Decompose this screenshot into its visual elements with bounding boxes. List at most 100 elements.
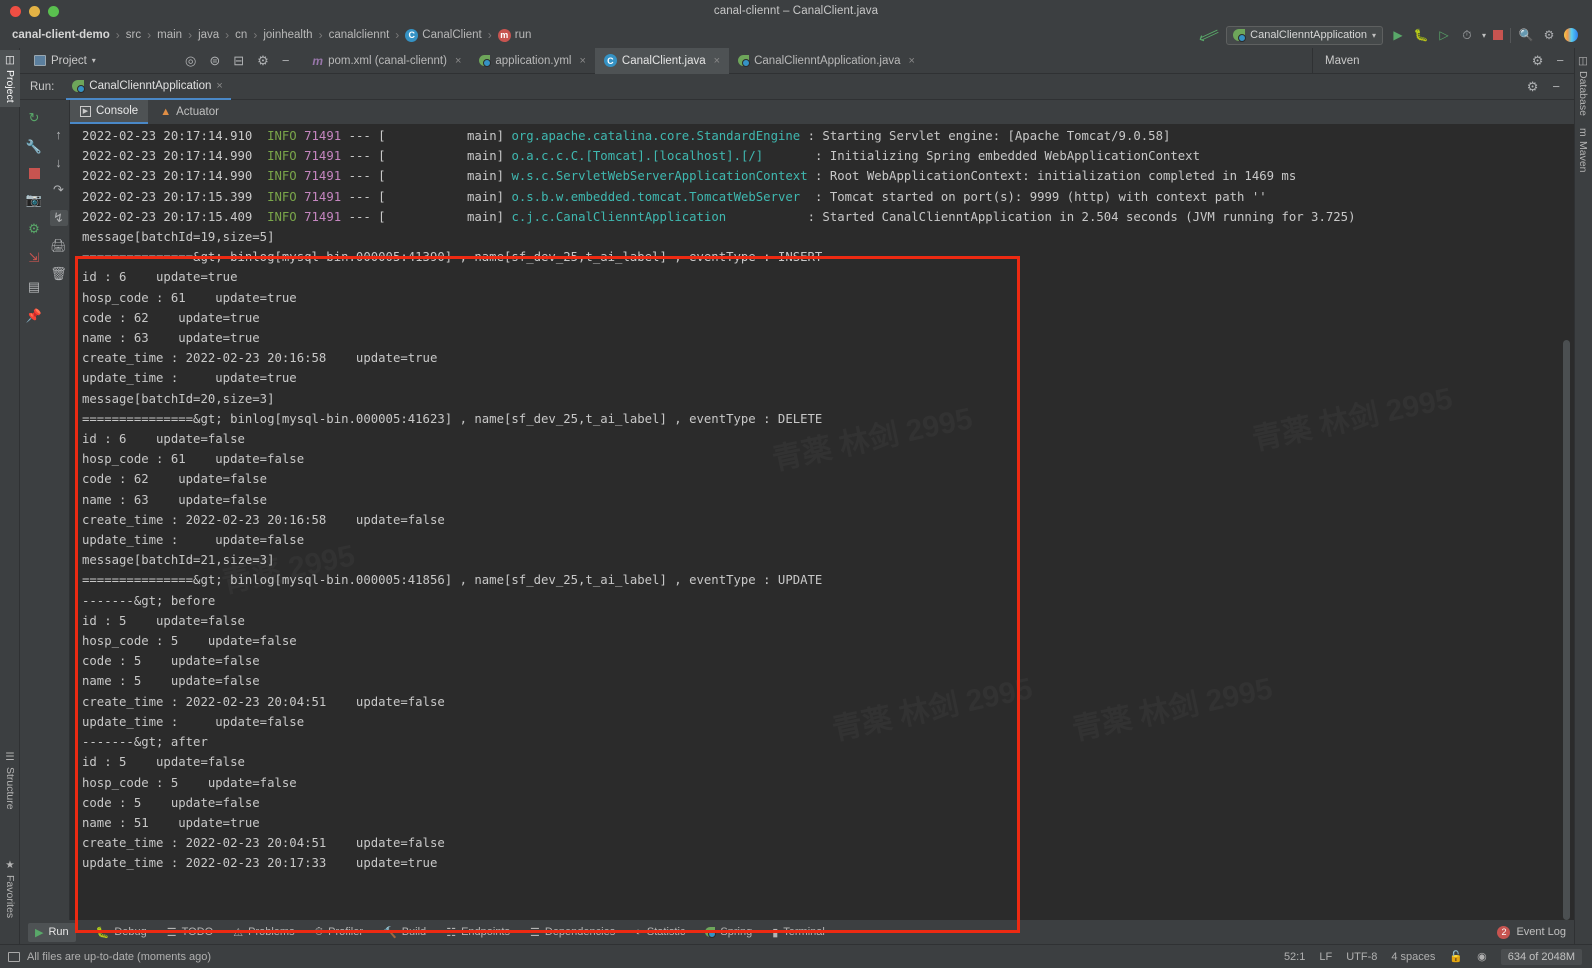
close-icon[interactable]: × — [455, 55, 461, 67]
tab-label: pom.xml (canal-cliennt) — [328, 54, 447, 67]
tab-pom-xml[interactable]: m pom.xml (canal-cliennt) × — [303, 48, 470, 74]
project-tool-window-title[interactable]: Project ▾ — [20, 55, 185, 67]
sidebar-item-maven[interactable]: m Maven — [1574, 123, 1592, 177]
tab-console[interactable]: ▶ Console — [70, 100, 149, 124]
hide-icon[interactable]: − — [1556, 53, 1564, 69]
up-icon[interactable]: ↑ — [50, 126, 68, 142]
run-with-coverage-button[interactable]: ▷ — [1436, 27, 1452, 43]
log-logger: org.apache.catalina.core.StandardEngine — [511, 129, 801, 143]
bottom-item-todo[interactable]: ☰ TODO — [167, 926, 213, 939]
breadcrumb-separator: › — [395, 28, 400, 42]
inspection-icon[interactable]: ◉ — [1477, 950, 1487, 963]
stop-icon[interactable] — [28, 168, 40, 179]
sidebar-item-favorites[interactable]: ★ Favorites — [0, 855, 20, 922]
project-icon — [34, 55, 46, 66]
debug-button[interactable]: 🐛 — [1413, 27, 1429, 43]
caret-position[interactable]: 52:1 — [1284, 951, 1305, 963]
bottom-item-endpoints[interactable]: ☷ Endpoints — [446, 926, 510, 939]
down-icon[interactable]: ↓ — [50, 154, 68, 170]
breadcrumb-item-canalcliennt[interactable]: canalcliennt — [325, 29, 394, 41]
status-bar: All files are up-to-date (moments ago) 5… — [0, 944, 1592, 968]
layout-icon[interactable]: ▤ — [25, 279, 43, 295]
log-pid: 71491 — [304, 209, 342, 224]
camera-icon[interactable]: 📷 — [25, 192, 43, 208]
settings-button[interactable]: ⚙ — [1541, 27, 1557, 43]
search-everywhere-button[interactable]: 🔍 — [1518, 27, 1534, 43]
console-output-panel[interactable]: 青薬 林剑 2995 青薬 林剑 2995 青薬 2995 青薬 林剑 2995… — [70, 124, 1574, 920]
bottom-item-problems[interactable]: ⚠ Problems — [233, 926, 294, 939]
close-icon[interactable]: × — [216, 80, 222, 92]
locate-icon[interactable]: ◎ — [185, 53, 196, 69]
run-tab-canalcliennt-application[interactable]: CanalClienntApplication × — [66, 74, 231, 100]
gear-icon[interactable]: ⚙ — [257, 53, 269, 69]
bottom-item-terminal[interactable]: ▮ Terminal — [772, 926, 825, 939]
hide-icon[interactable]: − — [1552, 79, 1560, 95]
export-icon[interactable]: ⇲ — [25, 250, 43, 266]
event-log-button[interactable]: 2 Event Log — [1497, 925, 1574, 939]
arrow-back-icon[interactable]: ⟸ — [1195, 22, 1222, 48]
wrench-icon[interactable]: 🔧 — [25, 139, 43, 155]
bottom-item-build[interactable]: 🔨 Build — [383, 926, 426, 939]
stop-button[interactable] — [1493, 30, 1503, 40]
bottom-item-dependencies[interactable]: ☲ Dependencies — [530, 926, 615, 939]
breadcrumb-item-joinhealth[interactable]: joinhealth — [259, 29, 316, 41]
output-line: name : 51 update=true — [82, 815, 260, 830]
sidebar-item-structure[interactable]: ☰ Structure — [0, 747, 20, 814]
bottom-item-profiler[interactable]: ⏱ Profiler — [315, 926, 363, 939]
scroll-to-end-icon[interactable]: ↯ — [49, 210, 68, 226]
console-tab-bar: ▶ Console ▲ Actuator — [70, 100, 1574, 124]
expand-all-icon[interactable]: ⊜ — [209, 53, 220, 69]
tab-canalcliennt-application-java[interactable]: CanalClienntApplication.java × — [729, 48, 924, 74]
run-configuration-selector[interactable]: CanalClienntApplication ▾ — [1226, 25, 1383, 45]
bottom-item-label: TODO — [181, 926, 214, 938]
maven-tool-window-header: Maven ⚙ − — [1312, 48, 1574, 74]
tab-actuator[interactable]: ▲ Actuator — [150, 100, 229, 124]
bottom-item-statistic[interactable]: ◐ Statistic — [635, 926, 685, 938]
close-icon[interactable]: × — [909, 55, 915, 67]
unlocked-icon[interactable]: 🔓 — [1449, 950, 1463, 963]
line-separator[interactable]: LF — [1319, 951, 1332, 963]
bottom-item-debug[interactable]: 🐛 Debug — [96, 926, 147, 939]
class-icon: C — [603, 54, 617, 67]
memory-indicator[interactable]: 634 of 2048M — [1500, 948, 1582, 965]
gear-icon[interactable]: ⚙ — [1532, 53, 1544, 69]
profiler-button[interactable]: ⏱ — [1459, 27, 1475, 43]
breadcrumb-item-src[interactable]: src — [122, 29, 145, 41]
print-icon[interactable]: 🖨 — [50, 238, 68, 254]
spring-boot-icon — [1233, 29, 1247, 42]
close-icon[interactable]: × — [714, 55, 720, 67]
toolbar-divider — [1510, 27, 1511, 43]
indent-setting[interactable]: 4 spaces — [1391, 951, 1435, 963]
toolbar-right: ⟸ CanalClienntApplication ▾ ▶ 🐛 ▷ ⏱ ▾ 🔍 … — [1195, 23, 1584, 48]
rerun-icon[interactable]: ↻ — [25, 110, 43, 126]
structure-icon: ☰ — [4, 751, 16, 764]
console-scrollbar[interactable] — [1563, 340, 1570, 920]
statistic-icon: ◐ — [635, 926, 642, 938]
run-button[interactable]: ▶ — [1390, 27, 1406, 43]
breadcrumb-item-canalclient[interactable]: C CanalClient — [401, 28, 485, 42]
encoding[interactable]: UTF-8 — [1346, 951, 1377, 963]
tab-label: application.yml — [495, 54, 572, 67]
log-timestamp: 2022-02-23 20:17:14.990 — [82, 149, 253, 164]
chevron-down-icon[interactable]: ▾ — [1482, 31, 1486, 40]
soft-wrap-icon[interactable]: ↷ — [50, 182, 68, 198]
tab-canalclient-java[interactable]: C CanalClient.java × — [594, 47, 730, 74]
breadcrumb-item-main[interactable]: main — [153, 29, 186, 41]
bottom-item-spring[interactable]: Spring — [705, 926, 752, 938]
gear-icon[interactable]: ⚙ — [1527, 79, 1539, 95]
tab-application-yml[interactable]: application.yml × — [470, 48, 595, 74]
breadcrumb-item-cn[interactable]: cn — [231, 29, 251, 41]
breadcrumb-item-project[interactable]: canal-client-demo — [8, 29, 114, 41]
sidebar-item-project[interactable]: ◫ Project — [0, 50, 20, 107]
trash-icon[interactable]: 🗑 — [50, 266, 68, 282]
hide-icon[interactable]: − — [282, 53, 290, 68]
thread-dump-icon[interactable]: ⚙ — [25, 221, 43, 237]
bottom-item-run[interactable]: ▶ Run — [28, 922, 76, 942]
close-icon[interactable]: × — [579, 55, 585, 67]
collapse-all-icon[interactable]: ⊟ — [233, 53, 244, 69]
breadcrumb-item-run[interactable]: m run — [494, 28, 536, 42]
breadcrumb-item-java[interactable]: java — [194, 29, 223, 41]
ide-theme-icon[interactable] — [1564, 28, 1578, 42]
pin-icon[interactable]: 📌 — [25, 308, 43, 324]
sidebar-item-database[interactable]: ◫ Database — [1574, 50, 1592, 121]
